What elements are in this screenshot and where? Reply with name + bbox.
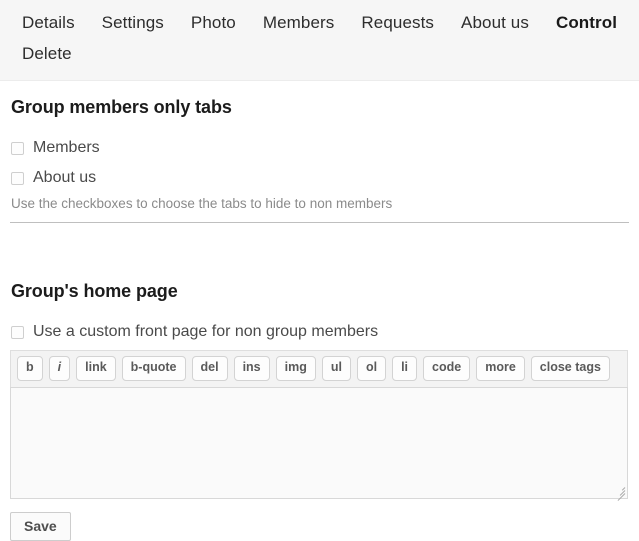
quicktag-b-quote-button[interactable]: b-quote [121, 356, 186, 381]
nav-row-secondary: Delete [0, 39, 639, 70]
nav-item-members[interactable]: Members [263, 8, 335, 38]
save-button[interactable]: Save [10, 511, 71, 541]
control-panel-content: Group members only tabs Members About us… [0, 97, 639, 541]
nav-item-requests[interactable]: Requests [361, 8, 434, 38]
group-admin-nav: Details Settings Photo Members Requests About… [0, 0, 639, 81]
nav-item-control[interactable]: Control [556, 8, 617, 38]
checkbox-row-members[interactable]: Members [11, 139, 629, 157]
quicktag-ol-button[interactable]: ol [356, 356, 387, 381]
quicktag-li-button[interactable]: li [392, 356, 418, 381]
quicktag-close-tags-button[interactable]: close tags [530, 356, 610, 381]
nav-item-photo[interactable]: Photo [191, 8, 236, 38]
quicktag-img-button[interactable]: img [275, 356, 316, 381]
quicktag-code-button[interactable]: code [423, 356, 471, 381]
front-page-content-textarea[interactable] [10, 386, 628, 501]
nav-item-settings[interactable]: Settings [102, 8, 164, 38]
nav-row-primary: Details Settings Photo Members Requests About… [0, 8, 639, 39]
quicktag-link-button[interactable]: link [76, 356, 116, 381]
checkbox-custom-front-page-label[interactable]: Use a custom front page for non group me… [33, 323, 378, 341]
checkbox-custom-front-page[interactable] [11, 325, 24, 339]
quicktag-ul-button[interactable]: ul [321, 356, 351, 381]
checkbox-row-custom-front-page[interactable]: Use a custom front page for non group me… [11, 323, 629, 341]
nav-item-about-us[interactable]: About us [461, 8, 529, 38]
checkbox-row-about-us[interactable]: About us [11, 169, 629, 187]
nav-item-delete[interactable]: Delete [22, 39, 72, 69]
quicktags-editor: b i link b-quote del ins img ul ol li co… [10, 350, 629, 501]
checkbox-members-label[interactable]: Members [33, 139, 100, 157]
quicktag-del-button[interactable]: del [191, 356, 228, 381]
quicktag-ins-button[interactable]: ins [233, 356, 270, 381]
members-only-helper-text: Use the checkboxes to choose the tabs to… [11, 196, 393, 211]
quicktag-b-button[interactable]: b [17, 356, 43, 381]
quicktag-more-button[interactable]: more [476, 356, 525, 381]
checkbox-about-us[interactable] [11, 171, 24, 185]
quicktags-toolbar: b i link b-quote del ins img ul ol li co… [10, 350, 628, 387]
members-only-heading: Group members only tabs [11, 97, 232, 117]
resize-handle-icon[interactable] [613, 484, 626, 501]
checkbox-about-us-label[interactable]: About us [33, 169, 96, 187]
quicktag-i-button[interactable]: i [48, 356, 71, 381]
home-page-heading: Group's home page [11, 281, 178, 301]
nav-item-details[interactable]: Details [22, 8, 75, 38]
checkbox-members[interactable] [11, 141, 24, 155]
